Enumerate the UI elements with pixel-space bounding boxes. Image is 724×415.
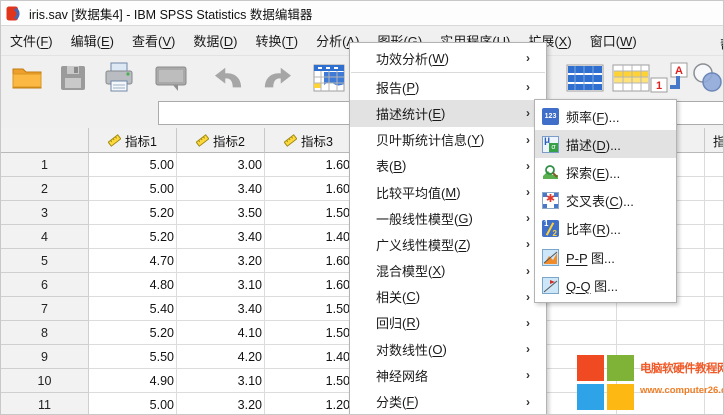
print-icon[interactable] bbox=[99, 59, 139, 96]
menu-item-general-linear-model[interactable]: 一般线性模型(G)› bbox=[350, 205, 546, 231]
submenu-item-qq-plot[interactable]: Q-Q 图... bbox=[535, 271, 676, 299]
menu-item-loglinear[interactable]: 对数线性(O)› bbox=[350, 336, 546, 362]
spss-app-icon bbox=[6, 5, 23, 22]
analyze-menu: 功效分析(W)› 报告(P)› 描述统计(E)› 贝叶斯统计信息(Y)› 表(B… bbox=[349, 42, 547, 415]
value-labels-icon[interactable]: A1 bbox=[649, 59, 691, 96]
watermark-logo bbox=[577, 355, 635, 411]
ratio-icon: 12 bbox=[542, 220, 559, 237]
menu-item-tables[interactable]: 表(B)› bbox=[350, 153, 546, 179]
watermark: 电脑软硬件教程网 www.computer26.com bbox=[577, 355, 724, 411]
menu-window[interactable]: 窗口(W) bbox=[581, 27, 646, 54]
scale-ruler-icon bbox=[196, 134, 209, 147]
menu-item-neural-networks[interactable]: 神经网络› bbox=[350, 362, 546, 388]
scale-ruler-icon bbox=[284, 134, 297, 147]
column-header-partial[interactable]: 指 bbox=[705, 128, 724, 153]
menu-edit[interactable]: 编辑(E) bbox=[62, 27, 123, 54]
menu-item-generalized-linear-models[interactable]: 广义线性模型(Z)› bbox=[350, 231, 546, 257]
submenu-item-frequencies[interactable]: 123 频率(F)... bbox=[535, 102, 676, 130]
menu-help[interactable]: 帮助(H) bbox=[711, 30, 724, 57]
submenu-item-ratio[interactable]: 12 比率(R)... bbox=[535, 215, 676, 243]
redo-icon[interactable] bbox=[257, 59, 297, 96]
submenu-item-crosstabs[interactable]: ✱ 交叉表(C)... bbox=[535, 187, 676, 215]
pp-plot-icon bbox=[542, 249, 559, 266]
menu-item-classify[interactable]: 分类(F)› bbox=[350, 388, 546, 414]
spss-window: iris.sav [数据集4] - IBM SPSS Statistics 数据… bbox=[0, 0, 724, 415]
submenu-arrow-icon: › bbox=[526, 51, 530, 65]
variable-sets-icon[interactable] bbox=[689, 59, 724, 96]
submenu-arrow-icon: › bbox=[526, 342, 530, 356]
svg-text:1: 1 bbox=[656, 80, 662, 92]
menu-item-mixed-models[interactable]: 混合模型(X)› bbox=[350, 258, 546, 284]
goto-case-icon[interactable] bbox=[309, 59, 349, 96]
submenu-item-descriptives[interactable]: μσ 描述(D)... bbox=[535, 130, 676, 158]
submenu-item-explore[interactable]: 探索(E)... bbox=[535, 158, 676, 186]
watermark-site-name: 电脑软硬件教程网 bbox=[640, 360, 724, 376]
split-file-icon[interactable] bbox=[611, 59, 651, 96]
grid-corner-cell bbox=[1, 128, 89, 153]
insert-variable-icon[interactable] bbox=[565, 59, 605, 96]
menu-item-regression[interactable]: 回归(R)› bbox=[350, 310, 546, 336]
menu-item-bayesian-statistics[interactable]: 贝叶斯统计信息(Y)› bbox=[350, 127, 546, 153]
watermark-url: www.computer26.com bbox=[640, 385, 724, 396]
submenu-arrow-icon: › bbox=[526, 290, 530, 304]
recall-dialogs-icon[interactable] bbox=[151, 59, 191, 96]
submenu-arrow-icon: › bbox=[526, 368, 530, 382]
submenu-arrow-icon: › bbox=[526, 106, 530, 120]
open-file-icon[interactable] bbox=[7, 59, 47, 96]
column-header-2[interactable]: 指标2 bbox=[177, 128, 265, 153]
submenu-item-pp-plot[interactable]: P-P 图... bbox=[535, 243, 676, 271]
submenu-arrow-icon: › bbox=[526, 264, 530, 278]
save-icon[interactable] bbox=[53, 59, 93, 96]
menu-item-reports[interactable]: 报告(P)› bbox=[350, 74, 546, 100]
qq-plot-icon bbox=[542, 277, 559, 294]
menu-item-compare-means[interactable]: 比较平均值(M)› bbox=[350, 179, 546, 205]
submenu-arrow-icon: › bbox=[526, 159, 530, 173]
menu-item-descriptive-statistics[interactable]: 描述统计(E)› bbox=[350, 100, 546, 126]
submenu-arrow-icon: › bbox=[526, 316, 530, 330]
menu-data[interactable]: 数据(D) bbox=[184, 27, 246, 54]
submenu-arrow-icon: › bbox=[526, 237, 530, 251]
menu-item-correlate[interactable]: 相关(C)› bbox=[350, 284, 546, 310]
scale-ruler-icon bbox=[108, 134, 121, 147]
svg-text:A: A bbox=[675, 65, 683, 77]
submenu-arrow-icon: › bbox=[526, 395, 530, 409]
explore-icon bbox=[542, 164, 559, 181]
undo-icon[interactable] bbox=[209, 59, 249, 96]
descriptive-statistics-submenu: 123 频率(F)... μσ 描述(D)... 探索(E)... ✱ 交叉表(… bbox=[534, 99, 677, 303]
crosstabs-icon: ✱ bbox=[542, 192, 559, 209]
menu-view[interactable]: 查看(V) bbox=[123, 27, 184, 54]
descriptives-icon: μσ bbox=[542, 136, 559, 153]
column-header-3[interactable]: 指标3 bbox=[265, 128, 353, 153]
menu-separator bbox=[351, 72, 545, 73]
submenu-arrow-icon: › bbox=[526, 80, 530, 94]
title-bar: iris.sav [数据集4] - IBM SPSS Statistics 数据… bbox=[1, 1, 724, 26]
submenu-arrow-icon: › bbox=[526, 133, 530, 147]
submenu-arrow-icon: › bbox=[526, 211, 530, 225]
menu-item-power-analysis[interactable]: 功效分析(W)› bbox=[350, 45, 546, 71]
frequencies-icon: 123 bbox=[542, 108, 559, 125]
menu-transform[interactable]: 转换(T) bbox=[246, 27, 307, 54]
window-title: iris.sav [数据集4] - IBM SPSS Statistics 数据… bbox=[29, 4, 312, 23]
menu-file[interactable]: 文件(F) bbox=[1, 27, 62, 54]
submenu-arrow-icon: › bbox=[526, 185, 530, 199]
column-header-1[interactable]: 指标1 bbox=[89, 128, 177, 153]
